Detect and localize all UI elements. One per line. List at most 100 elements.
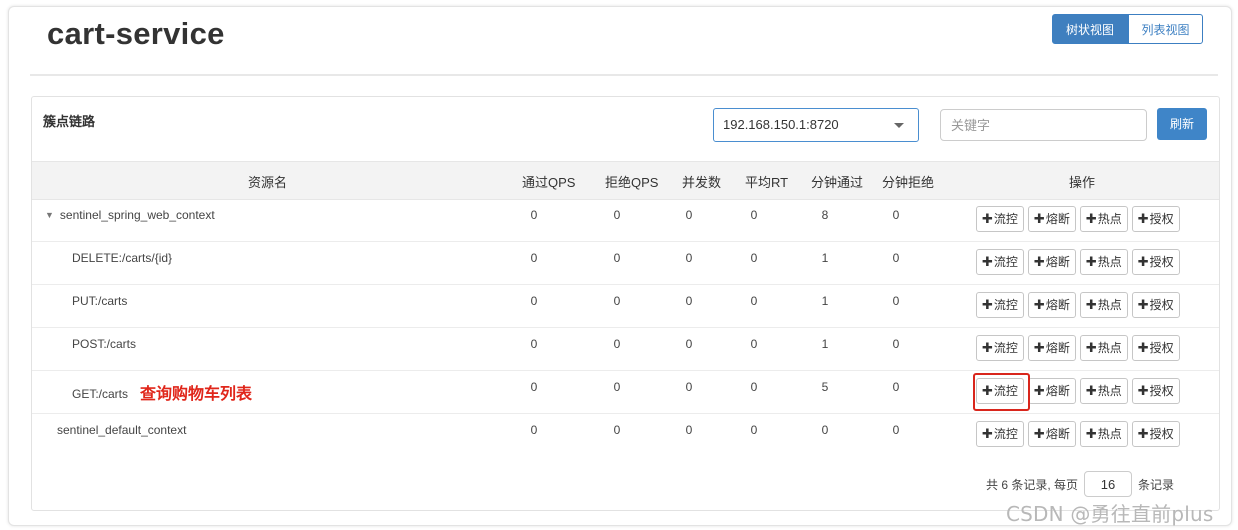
operation-label: 热点 xyxy=(1097,341,1122,355)
table-header: 资源名 通过QPS 拒绝QPS 并发数 平均RT 分钟通过 分钟拒绝 操作 xyxy=(32,161,1219,200)
operation-label: 熔断 xyxy=(1045,212,1070,226)
hotspot-button[interactable]: ✚热点 xyxy=(1079,206,1128,232)
flow-control-button[interactable]: ✚流控 xyxy=(976,421,1024,447)
authority-button[interactable]: ✚授权 xyxy=(1131,206,1180,232)
plus-icon: ✚ xyxy=(1137,254,1149,269)
minute-pass-cell: 0 xyxy=(821,423,829,437)
pass-qps-cell: 0 xyxy=(530,208,538,222)
table-row: DELETE:/carts/{id} 0 0 0 0 1 0 ✚流控 ✚熔断 ✚热点 ✚授权 xyxy=(32,241,1219,285)
flow-control-button[interactable]: ✚流控 xyxy=(976,335,1024,361)
plus-icon: ✚ xyxy=(1137,211,1149,226)
authority-button[interactable]: ✚授权 xyxy=(1131,249,1180,275)
pager-suffix: 条记录 xyxy=(1138,477,1175,492)
hotspot-button[interactable]: ✚热点 xyxy=(1079,335,1128,361)
authority-button[interactable]: ✚授权 xyxy=(1131,378,1180,404)
plus-icon: ✚ xyxy=(1033,340,1045,355)
plus-icon: ✚ xyxy=(982,297,993,312)
panel-title: 簇点链路 xyxy=(43,114,96,129)
degrade-button[interactable]: ✚熔断 xyxy=(1027,249,1076,275)
plus-icon: ✚ xyxy=(1085,383,1097,398)
minute-pass-cell: 1 xyxy=(821,337,829,351)
degrade-button[interactable]: ✚熔断 xyxy=(1027,292,1076,318)
minute-block-cell: 0 xyxy=(892,208,900,222)
operation-label: 熔断 xyxy=(1045,298,1070,312)
collapse-arrow-icon[interactable]: ▼ xyxy=(45,210,54,220)
pass-qps-cell: 0 xyxy=(530,380,538,394)
flow-control-button[interactable]: ✚流控 xyxy=(976,206,1024,232)
operation-label: 热点 xyxy=(1097,255,1122,269)
block-qps-cell: 0 xyxy=(613,251,621,265)
block-qps-cell: 0 xyxy=(613,337,621,351)
plus-icon: ✚ xyxy=(1085,211,1097,226)
avg-rt-cell: 0 xyxy=(750,380,758,394)
hotspot-button[interactable]: ✚热点 xyxy=(1079,249,1128,275)
hotspot-button[interactable]: ✚热点 xyxy=(1079,378,1128,404)
plus-icon: ✚ xyxy=(982,211,993,226)
row-operations: ✚流控 ✚熔断 ✚热点 ✚授权 xyxy=(976,421,1184,447)
plus-icon: ✚ xyxy=(1137,426,1149,441)
table-row: PUT:/carts 0 0 0 0 1 0 ✚流控 ✚熔断 ✚热点 ✚授权 xyxy=(32,284,1219,328)
refresh-button[interactable]: 刷新 xyxy=(1157,108,1207,140)
watermark: CSDN @勇往直前plus xyxy=(1006,502,1214,526)
hotspot-button[interactable]: ✚热点 xyxy=(1079,421,1128,447)
header-pass-qps: 通过QPS xyxy=(522,175,576,190)
avg-rt-cell: 0 xyxy=(750,251,758,265)
view-toggle: 树状视图 列表视图 xyxy=(1052,14,1203,44)
concurrency-cell: 0 xyxy=(685,337,693,351)
operation-label: 热点 xyxy=(1097,212,1122,226)
resource-name: DELETE:/carts/{id} xyxy=(72,251,173,265)
concurrency-cell: 0 xyxy=(685,251,693,265)
header-concurrency: 并发数 xyxy=(682,175,722,190)
minute-block-cell: 0 xyxy=(892,294,900,308)
resource-name-cell: POST:/carts xyxy=(72,337,136,351)
degrade-button[interactable]: ✚熔断 xyxy=(1027,378,1076,404)
plus-icon: ✚ xyxy=(982,426,993,441)
operation-label: 授权 xyxy=(1149,255,1174,269)
row-operations: ✚流控 ✚熔断 ✚热点 ✚授权 xyxy=(976,292,1184,318)
avg-rt-cell: 0 xyxy=(750,423,758,437)
resource-name-cell: PUT:/carts xyxy=(72,294,127,308)
degrade-button[interactable]: ✚熔断 xyxy=(1027,421,1076,447)
pagination: 共 6 条记录, 每页 条记录 xyxy=(986,471,1174,497)
concurrency-cell: 0 xyxy=(685,380,693,394)
header-avg-rt: 平均RT xyxy=(745,175,789,190)
plus-icon: ✚ xyxy=(1033,254,1045,269)
minute-pass-cell: 1 xyxy=(821,251,829,265)
minute-pass-cell: 1 xyxy=(821,294,829,308)
plus-icon: ✚ xyxy=(1085,254,1097,269)
machine-select[interactable]: 192.168.150.1:8720 xyxy=(713,108,919,142)
tree-view-button[interactable]: 树状视图 xyxy=(1052,14,1128,44)
degrade-button[interactable]: ✚熔断 xyxy=(1027,335,1076,361)
plus-icon: ✚ xyxy=(1137,297,1149,312)
block-qps-cell: 0 xyxy=(613,423,621,437)
authority-button[interactable]: ✚授权 xyxy=(1131,292,1180,318)
page-title: cart-service xyxy=(47,16,225,51)
hotspot-button[interactable]: ✚热点 xyxy=(1079,292,1128,318)
resource-name-cell: ▼ sentinel_spring_web_context xyxy=(45,208,215,222)
pass-qps-cell: 0 xyxy=(530,294,538,308)
authority-button[interactable]: ✚授权 xyxy=(1131,335,1180,361)
page-size-input[interactable] xyxy=(1084,471,1133,497)
keyword-search-input[interactable] xyxy=(940,109,1147,141)
minute-block-cell: 0 xyxy=(892,380,900,394)
table-row: GET:/carts 查询购物车列表 0 0 0 0 5 0 ✚流控 ✚熔断 ✚热点 ✚授权 xyxy=(32,370,1219,414)
flow-control-button[interactable]: ✚流控 xyxy=(976,292,1024,318)
minute-block-cell: 0 xyxy=(892,423,900,437)
degrade-button[interactable]: ✚熔断 xyxy=(1027,206,1076,232)
avg-rt-cell: 0 xyxy=(750,337,758,351)
operation-label: 熔断 xyxy=(1045,255,1070,269)
operation-label: 熔断 xyxy=(1045,427,1070,441)
list-view-button[interactable]: 列表视图 xyxy=(1128,14,1203,44)
operation-label: 热点 xyxy=(1097,384,1122,398)
operation-label: 授权 xyxy=(1149,212,1174,226)
operation-label: 流控 xyxy=(993,298,1018,312)
resource-name: POST:/carts xyxy=(72,337,137,351)
resource-name-cell: GET:/carts 查询购物车列表 xyxy=(72,380,252,404)
plus-icon: ✚ xyxy=(1137,340,1149,355)
authority-button[interactable]: ✚授权 xyxy=(1131,421,1180,447)
flow-control-button[interactable]: ✚流控 xyxy=(976,249,1024,275)
plus-icon: ✚ xyxy=(1033,297,1045,312)
table-row: POST:/carts 0 0 0 0 1 0 ✚流控 ✚熔断 ✚热点 ✚授权 xyxy=(32,327,1219,371)
plus-icon: ✚ xyxy=(1033,211,1045,226)
operation-label: 授权 xyxy=(1149,341,1174,355)
